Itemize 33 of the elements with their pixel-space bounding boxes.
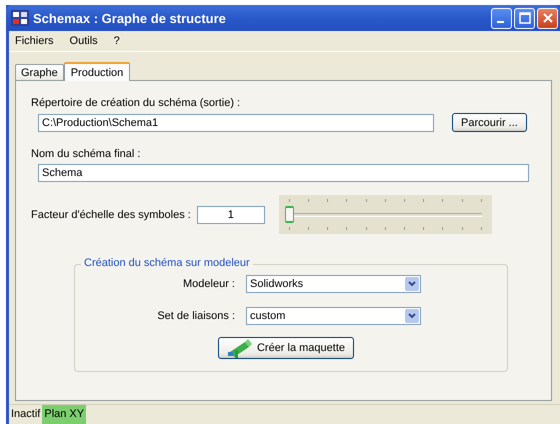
input-field[interactable]: C:\Production\Schema1 xyxy=(38,114,434,132)
menu-item[interactable]: Outils xyxy=(70,35,98,47)
input-field[interactable]: Schema xyxy=(38,164,529,182)
close-button[interactable] xyxy=(537,8,558,28)
minimize-icon xyxy=(496,21,504,23)
field-label: Nom du schéma final : xyxy=(31,148,142,160)
tab[interactable]: Graphe xyxy=(15,64,64,80)
dropdown[interactable]: Solidworks xyxy=(246,275,421,293)
create-button[interactable]: Créer la maquette xyxy=(218,337,354,359)
browse-button[interactable]: Parcourir ... xyxy=(452,113,527,132)
field-label: Répertoire de création du schéma (sortie) : xyxy=(31,97,242,109)
app-icon xyxy=(11,10,29,26)
field-label: Set de liaisons : xyxy=(156,310,236,322)
group-title: Création du schéma sur modeleur xyxy=(81,257,253,269)
window-title: Schemax : Graphe de structure xyxy=(33,10,227,26)
dropdown[interactable]: custom xyxy=(246,307,421,325)
dropdown-value: custom xyxy=(250,310,286,322)
field-label: Modeleur : xyxy=(182,278,236,290)
dropdown-value: Solidworks xyxy=(250,278,304,290)
maximize-icon xyxy=(518,12,530,24)
minimize-button[interactable] xyxy=(491,8,512,28)
input-field[interactable]: 1 xyxy=(196,206,265,224)
status-text: Plan XY xyxy=(42,405,86,424)
menu-item[interactable]: Fichiers xyxy=(15,35,54,47)
field-label: Facteur d'échelle des symboles : xyxy=(31,208,191,220)
maximize-button[interactable] xyxy=(514,8,535,28)
slider[interactable] xyxy=(278,195,492,234)
tab[interactable]: Production xyxy=(64,62,130,81)
slider-thumb[interactable] xyxy=(284,206,294,222)
menu-item[interactable]: ? xyxy=(114,35,120,47)
status-text: Inactif xyxy=(10,407,42,422)
roller-icon xyxy=(226,338,253,358)
close-icon xyxy=(542,12,554,24)
